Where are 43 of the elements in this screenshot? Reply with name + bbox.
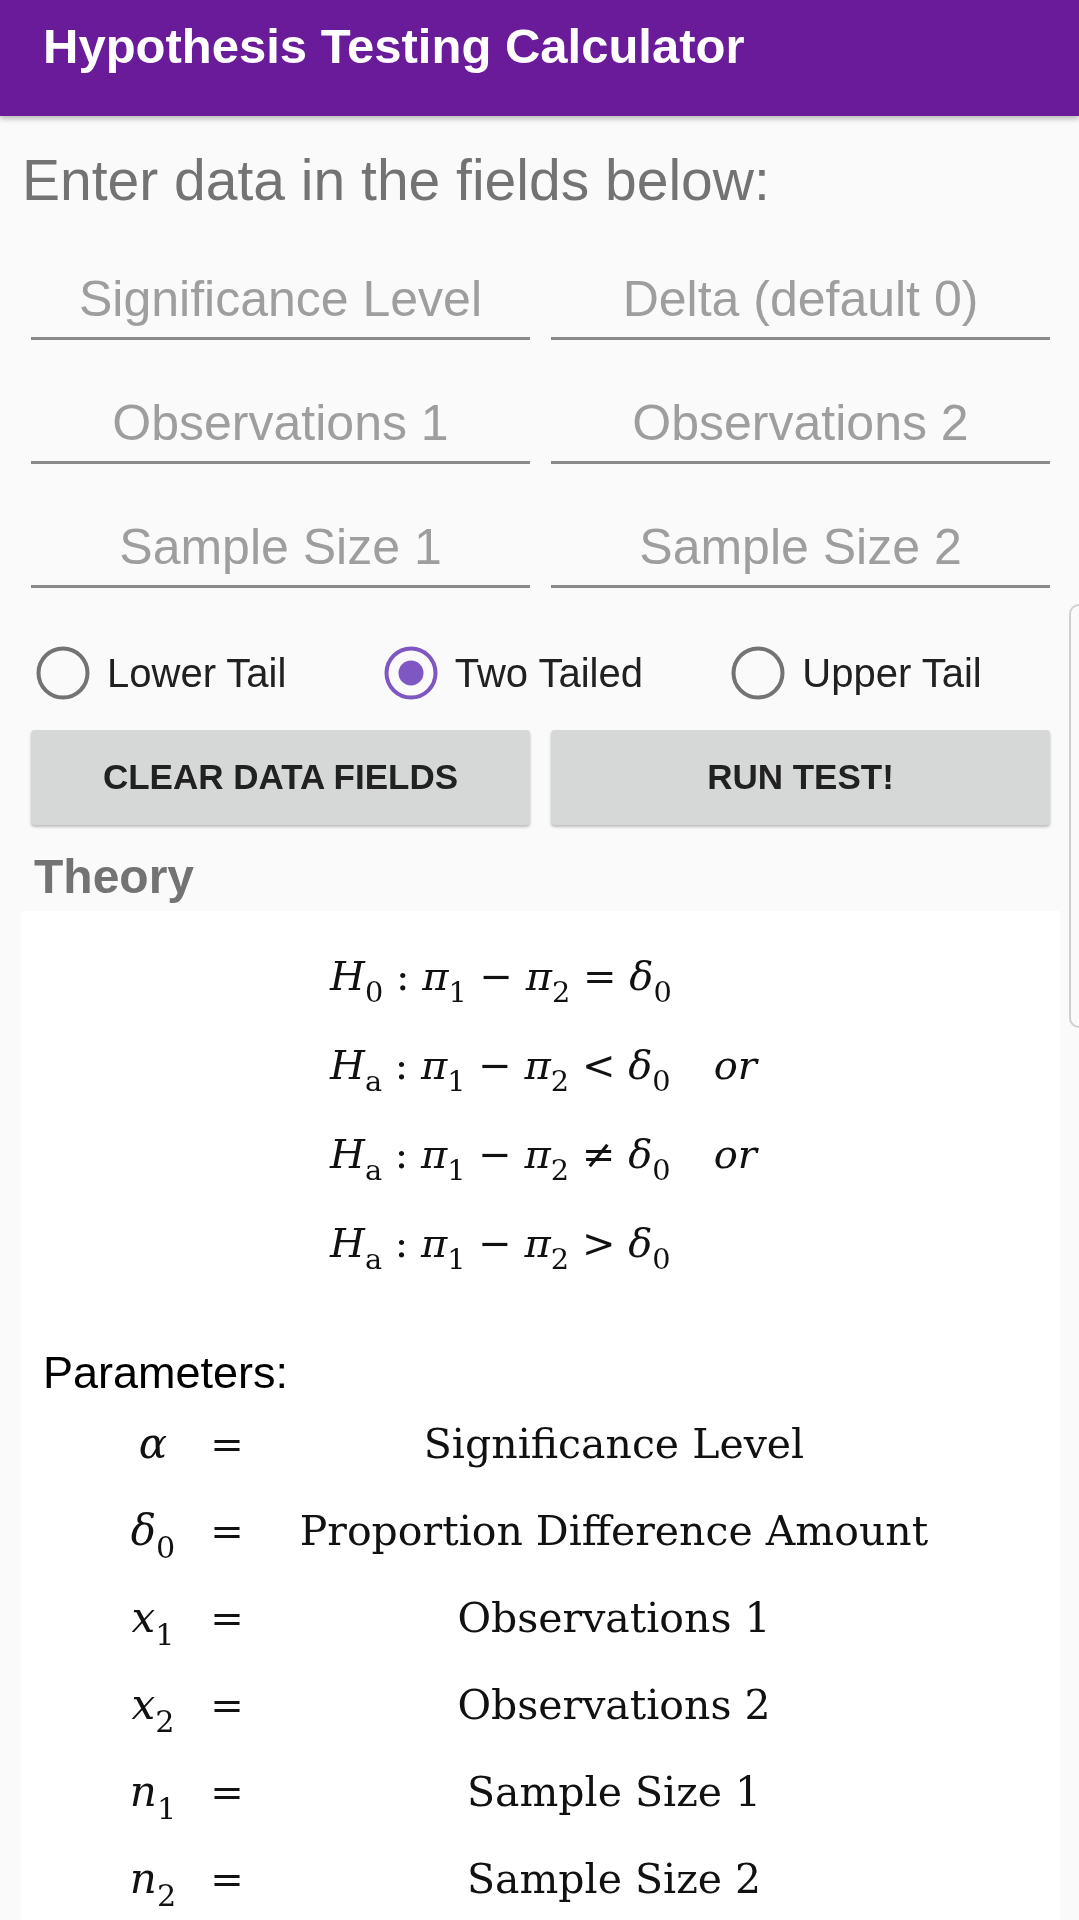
action-button[interactable]: RUN TEST! <box>551 730 1050 825</box>
input-field[interactable]: Sample Size 2 <box>551 508 1050 588</box>
section-heading: Theory <box>34 849 195 905</box>
equals-sign: = <box>210 1767 244 1817</box>
radio-icon[interactable] <box>383 646 438 700</box>
equals-sign: = <box>210 1593 244 1643</box>
input-field[interactable]: Observations 1 <box>31 384 530 464</box>
instruction-text: Enter data in the fields below: <box>22 147 770 213</box>
equals-sign: = <box>210 1680 244 1730</box>
action-button[interactable]: CLEAR DATA FIELDS <box>31 730 530 825</box>
equals-sign: = <box>210 1506 244 1556</box>
input-field[interactable]: Significance Level <box>31 260 530 340</box>
math-symbol: α <box>138 1418 168 1469</box>
input-field[interactable]: Delta (default 0) <box>551 260 1050 340</box>
parameters-label: Parameters: <box>43 1346 289 1400</box>
input-field[interactable]: Sample Size 1 <box>31 508 530 588</box>
radio-icon[interactable] <box>36 646 90 700</box>
math-symbol: δ$_{0}$ <box>130 1505 176 1556</box>
parameter-description: Sample Size 1 <box>466 1766 762 1817</box>
equals-sign: = <box>210 1854 244 1904</box>
math-symbol: n$_{1}$ <box>129 1766 177 1817</box>
parameter-description: Observations 2 <box>457 1679 771 1730</box>
scroll-thumb[interactable] <box>1069 604 1079 1028</box>
input-field[interactable]: Observations 2 <box>551 384 1050 464</box>
math-symbol: x$_{2}$ <box>131 1679 175 1730</box>
equals-sign: = <box>210 1419 244 1469</box>
radio-option[interactable]: Lower Tail <box>36 643 287 703</box>
parameter-description: Observations 1 <box>457 1592 771 1643</box>
math-symbol: n$_{2}$ <box>129 1853 177 1904</box>
app-title: Hypothesis Testing Calculator <box>43 18 745 75</box>
hypothesis-formula: H$_{a}$ : π$_{1}$ − π$_{2}$ > δ$_{0}$ <box>330 1218 671 1268</box>
conjunction-text: or <box>713 1129 757 1179</box>
radio-option[interactable]: Upper Tail <box>731 643 982 703</box>
conjunction-text: or <box>713 1040 757 1090</box>
parameter-description: Significance Level <box>423 1418 805 1469</box>
math-symbol: x$_{1}$ <box>131 1592 175 1643</box>
hypothesis-formula: H$_{0}$ : π$_{1}$ − π$_{2}$ = δ$_{0}$ <box>330 951 672 1001</box>
radio-icon[interactable] <box>731 646 786 700</box>
radio-option[interactable]: Two Tailed <box>383 643 643 703</box>
hypothesis-formula: H$_{a}$ : π$_{1}$ − π$_{2}$ ≠ δ$_{0}$ <box>330 1129 671 1179</box>
parameter-description: Sample Size 2 <box>466 1853 762 1904</box>
hypothesis-formula: H$_{a}$ : π$_{1}$ − π$_{2}$ < δ$_{0}$ <box>330 1040 671 1090</box>
parameter-description: Proportion Difference Amount <box>299 1505 929 1556</box>
